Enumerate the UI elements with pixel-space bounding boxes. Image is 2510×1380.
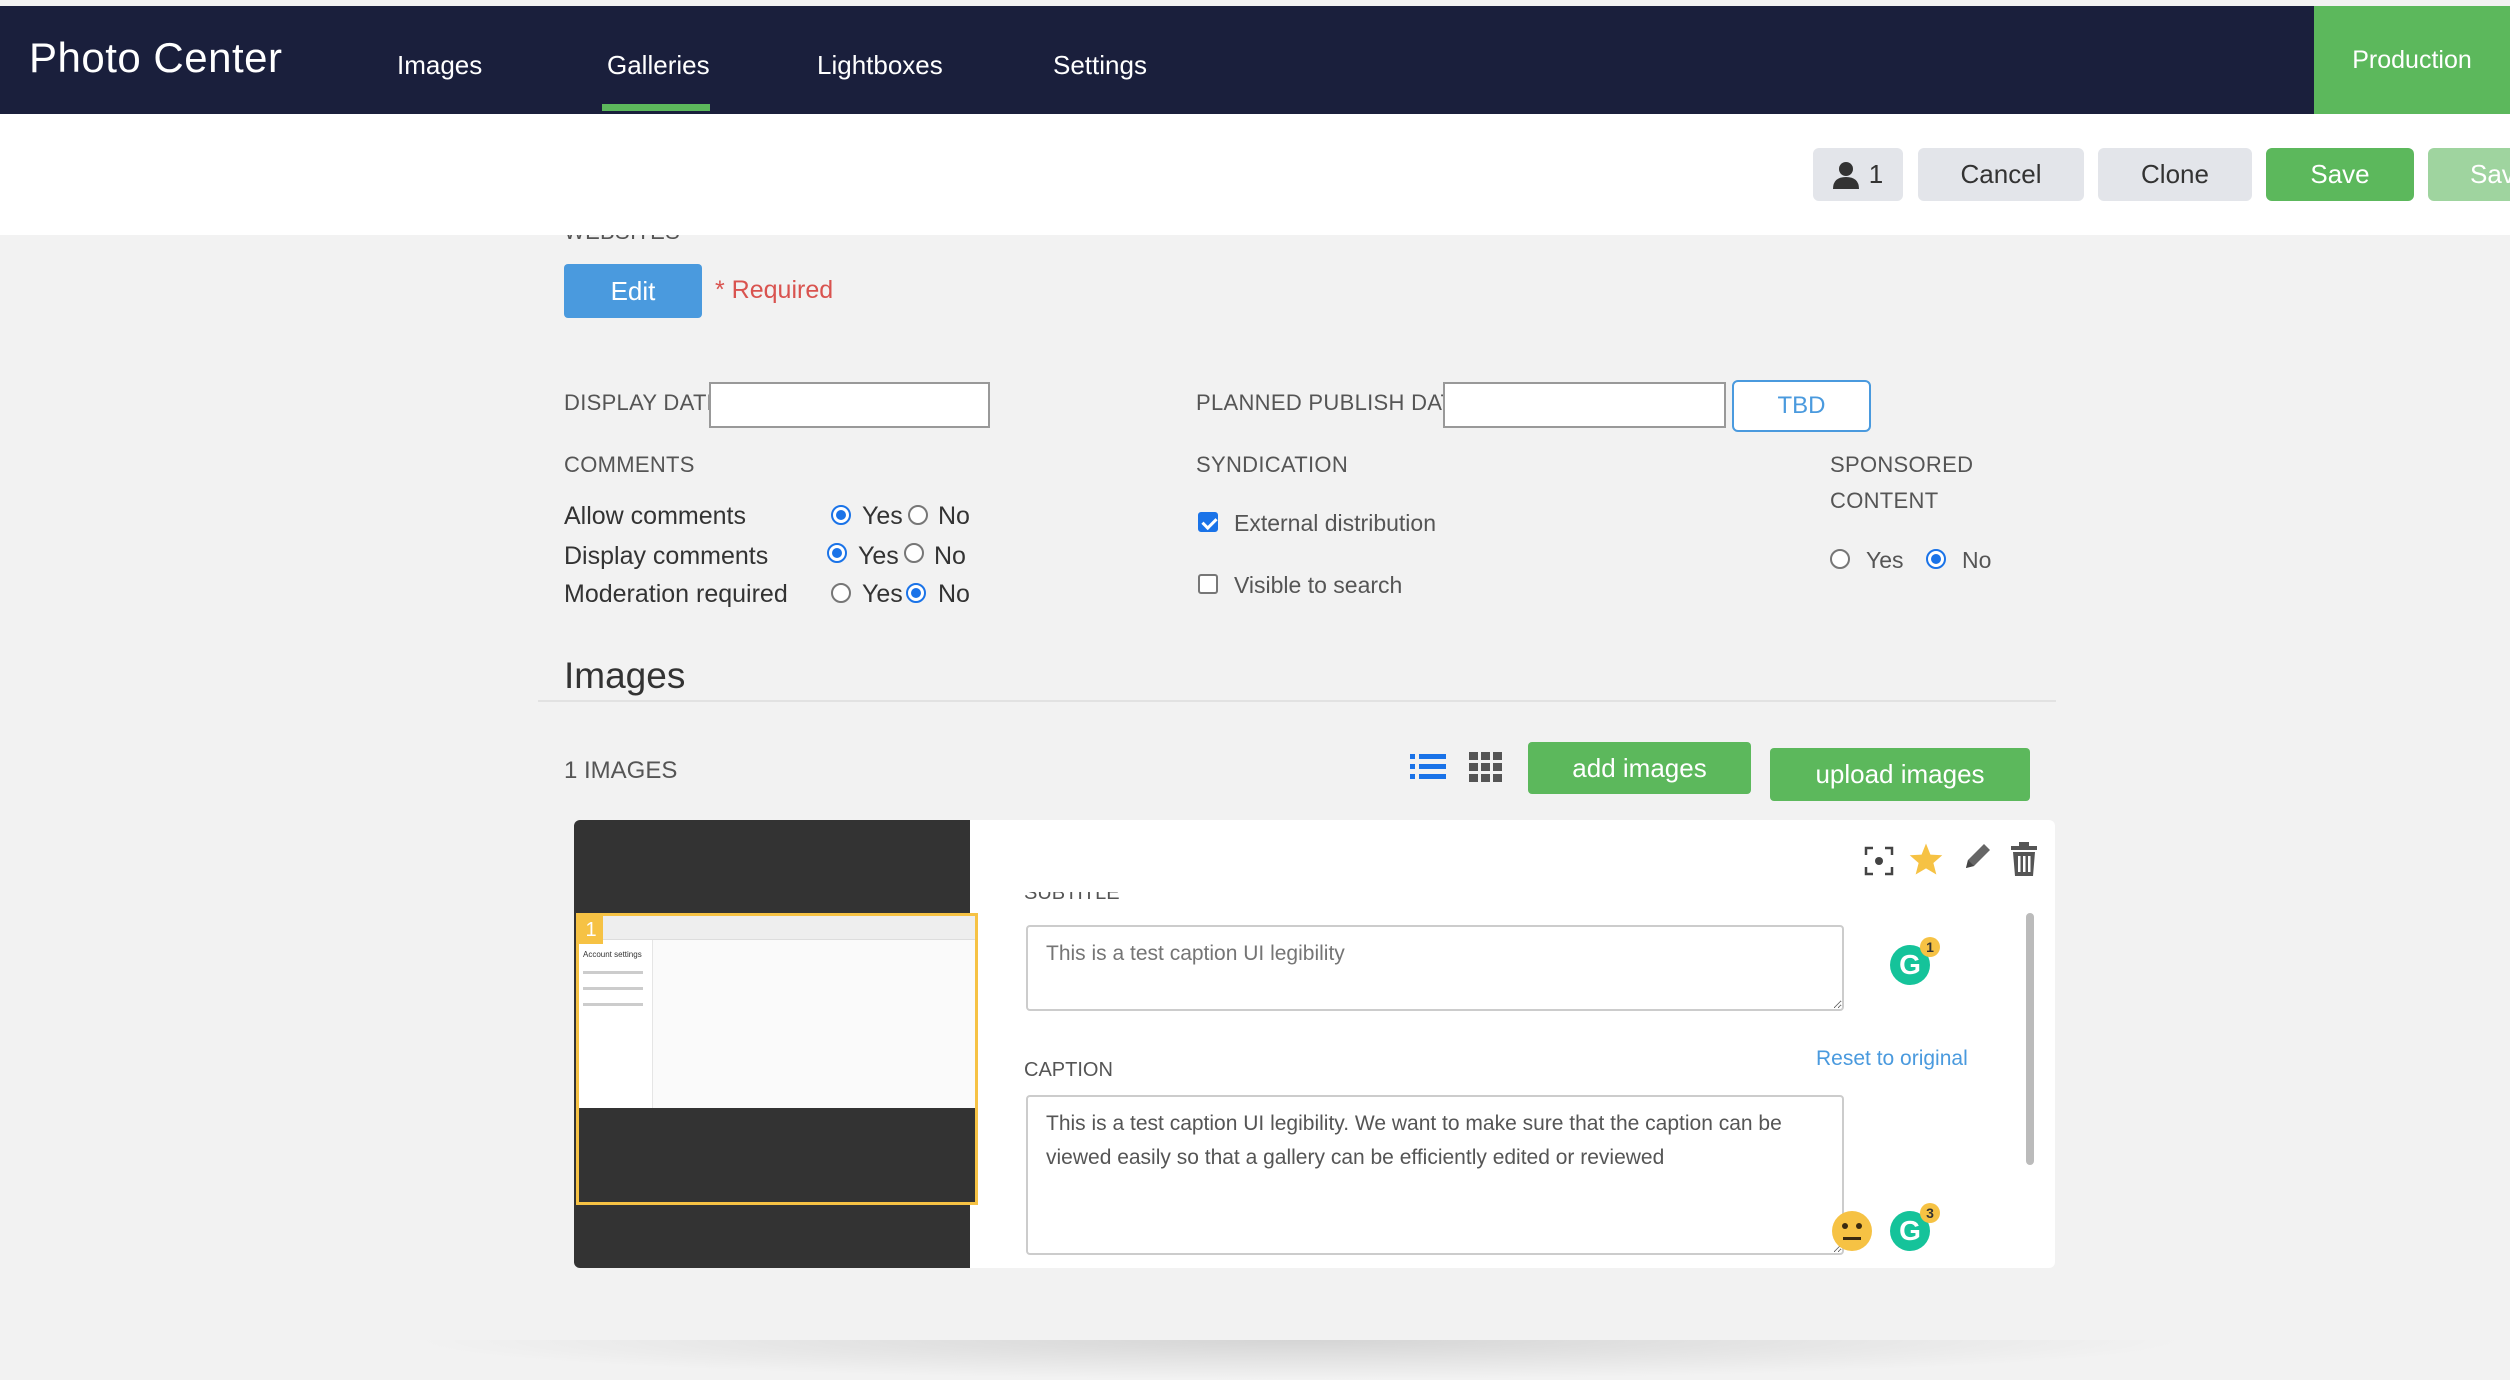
grammarly-badge: 1 — [1920, 937, 1940, 957]
allow-comments-no-label: No — [938, 502, 970, 530]
moderation-required-no-label: No — [938, 580, 970, 608]
display-comments-label: Display comments — [564, 542, 769, 570]
sponsored-content-label-line2: CONTENT — [1830, 488, 1939, 513]
tbd-button[interactable]: TBD — [1732, 380, 1871, 432]
display-comments-no-radio[interactable] — [904, 543, 924, 563]
caption-label: CAPTION — [1024, 1059, 1113, 1081]
save-button[interactable]: Save — [2266, 148, 2414, 201]
selected-image-frame[interactable]: Account settings 1 — [576, 913, 978, 1205]
subtitle-textarea[interactable] — [1026, 925, 1844, 1011]
grammarly-badge: 3 — [1920, 1203, 1940, 1223]
allow-comments-no-radio[interactable] — [908, 505, 928, 525]
cancel-button[interactable]: Cancel — [1918, 148, 2084, 201]
section-divider — [538, 700, 2056, 702]
caption-textarea[interactable]: This is a test caption UI legibility. We… — [1026, 1095, 1844, 1255]
list-view-icon[interactable] — [1410, 752, 1446, 782]
planned-publish-date-label: PLANNED PUBLISH DATE — [1196, 390, 1470, 415]
preview-row — [583, 1003, 643, 1006]
focal-point-icon[interactable] — [1864, 846, 1894, 876]
nav-item-images[interactable]: Images — [397, 50, 482, 81]
display-date-label: DISPLAY DATE — [564, 390, 722, 415]
sponsored-no-radio[interactable] — [1926, 549, 1946, 569]
subtitle-label: SUBTITLE — [1024, 892, 1120, 904]
upload-images-button[interactable]: upload images — [1770, 748, 2030, 801]
comments-label: COMMENTS — [564, 452, 695, 477]
preview-sidebar — [579, 940, 653, 1108]
visible-to-search-checkbox[interactable] — [1198, 574, 1218, 594]
edit-pencil-icon[interactable] — [1962, 840, 1994, 872]
preview-browser-bar — [579, 916, 975, 940]
users-button[interactable]: 1 — [1813, 148, 1903, 201]
top-navigation-bar: Photo Center Images Galleries Lightboxes… — [0, 6, 2510, 114]
image-index-badge: 1 — [579, 916, 603, 944]
grid-view-icon[interactable] — [1469, 752, 1503, 782]
websites-label: WEBSITES — [564, 235, 680, 245]
app-title[interactable]: Photo Center — [29, 34, 283, 82]
external-distribution-checkbox[interactable] — [1198, 512, 1218, 532]
sponsored-yes-label: Yes — [1866, 547, 1904, 573]
display-date-input[interactable] — [709, 382, 990, 428]
preview-row — [583, 971, 643, 974]
clone-button[interactable]: Clone — [2098, 148, 2252, 201]
planned-publish-date-input[interactable] — [1443, 382, 1726, 428]
moderation-required-label: Moderation required — [564, 580, 788, 608]
image-screenshot-preview: Account settings — [579, 916, 975, 1108]
reset-to-original-link[interactable]: Reset to original — [1816, 1047, 1968, 1071]
allow-comments-yes-label: Yes — [862, 502, 903, 530]
preview-title: Account settings — [583, 950, 642, 959]
moderation-required-no-radio[interactable] — [906, 583, 926, 603]
moderation-required-yes-label: Yes — [862, 580, 903, 608]
trash-icon[interactable] — [2010, 842, 2038, 876]
nav-item-galleries[interactable]: Galleries — [607, 50, 710, 81]
users-count: 1 — [1868, 159, 1884, 189]
bottom-shadow — [400, 1340, 2200, 1380]
allow-comments-yes-radio[interactable] — [831, 505, 851, 525]
add-images-button[interactable]: add images — [1528, 742, 1751, 794]
syndication-label: SYNDICATION — [1196, 452, 1349, 477]
sponsored-content-label-line1: SPONSORED — [1830, 452, 1974, 477]
required-indicator: * Required — [715, 276, 834, 304]
display-comments-no-label: No — [934, 542, 966, 570]
active-nav-indicator — [602, 104, 710, 111]
images-count: 1 IMAGES — [564, 757, 678, 784]
nav-item-settings[interactable]: Settings — [1053, 50, 1147, 81]
sponsored-no-label: No — [1962, 547, 1992, 573]
user-icon — [1832, 161, 1859, 189]
environment-badge[interactable]: Production — [2314, 6, 2510, 114]
neutral-face-emoji-icon[interactable] — [1831, 1210, 1873, 1252]
visible-to-search-label: Visible to search — [1234, 572, 1403, 598]
card-scrollbar[interactable] — [2026, 913, 2034, 1165]
display-comments-yes-radio[interactable] — [827, 543, 847, 563]
websites-label-clip: WEBSITES — [564, 235, 864, 247]
preview-row — [583, 987, 643, 990]
allow-comments-label: Allow comments — [564, 502, 746, 530]
nav-item-lightboxes[interactable]: Lightboxes — [817, 50, 943, 81]
images-section-heading: Images — [564, 655, 686, 696]
save-and-publish-button[interactable]: Sav — [2428, 148, 2510, 201]
star-icon[interactable] — [1908, 842, 1944, 876]
display-comments-yes-label: Yes — [858, 542, 899, 570]
websites-edit-button[interactable]: Edit — [564, 264, 702, 318]
sponsored-yes-radio[interactable] — [1830, 549, 1850, 569]
external-distribution-label: External distribution — [1234, 510, 1436, 536]
image-card: Account settings 1 SUBTITLE G 1 CAPTION … — [574, 820, 2055, 1268]
moderation-required-yes-radio[interactable] — [831, 583, 851, 603]
subtitle-label-clip: SUBTITLE — [1024, 892, 1324, 904]
image-thumbnail-area[interactable]: Account settings 1 — [574, 820, 978, 1268]
